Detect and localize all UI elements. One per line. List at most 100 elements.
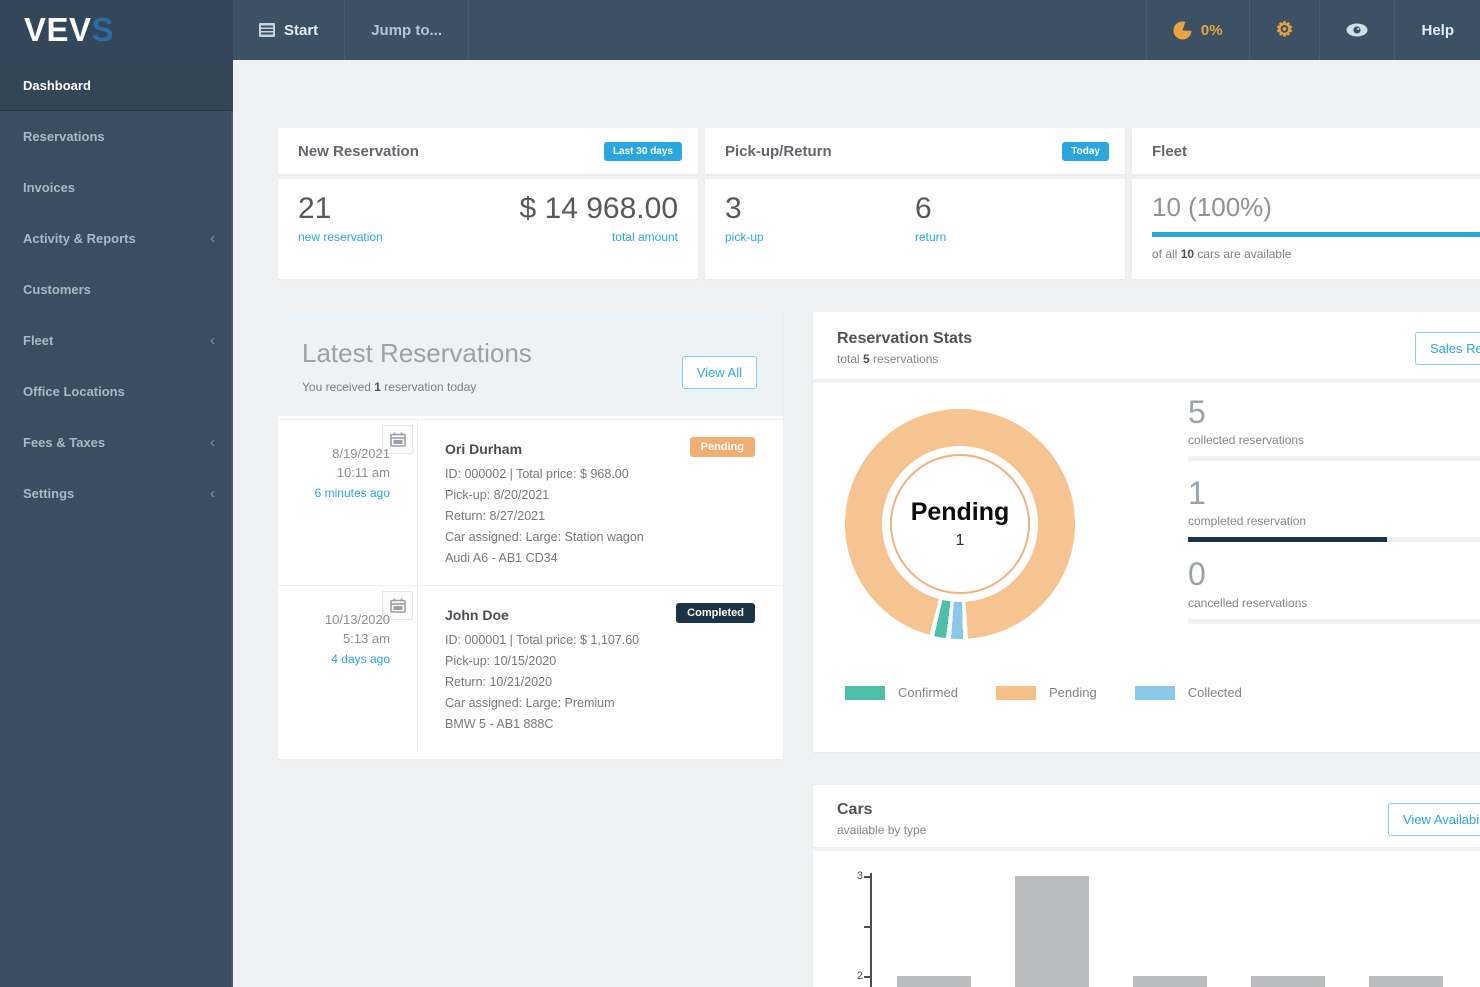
reservation-time-ago: 4 days ago [331, 652, 390, 666]
sidebar-item-invoices[interactable]: Invoices [0, 162, 233, 213]
pickup-return-card: Pick-up/Return Today 3 pick-up 6 return [705, 128, 1125, 279]
sidebar-item-settings[interactable]: Settings ‹ [0, 468, 233, 519]
reservation-time-ago: 6 minutes ago [314, 486, 390, 500]
sidebar-item-label: Activity & Reports [23, 231, 136, 246]
reservation-date: 8/19/2021 [332, 446, 390, 461]
usage-percent: 0% [1200, 21, 1223, 39]
start-label: Start [284, 21, 319, 39]
y-axis-tick [864, 876, 870, 878]
view-all-button[interactable]: View All [681, 356, 757, 389]
logo[interactable]: VEVS [0, 0, 233, 60]
sidebar-item-office-locations[interactable]: Office Locations [0, 366, 233, 417]
legend-swatch [995, 685, 1036, 700]
help-button[interactable]: Help [1394, 0, 1480, 60]
sales-report-button[interactable]: Sales Report [1415, 332, 1480, 365]
sidebar-item-reservations[interactable]: Reservations [0, 111, 233, 162]
stat-value: 5 [1188, 394, 1206, 430]
period-badge: Last 30 days [603, 141, 682, 161]
y-axis-tick [864, 926, 870, 928]
status-badge: Completed [676, 603, 755, 623]
stat-progress-track [1188, 618, 1480, 624]
reservation-list-item[interactable]: 8/19/2021 10:11 am 6 minutes ago Ori Dur… [278, 419, 783, 585]
legend-swatch [845, 685, 885, 700]
start-button[interactable]: Start [233, 0, 346, 60]
cars-subtitle: available by type [837, 823, 927, 837]
reservation-detail-line: Return: 10/21/2020 [445, 675, 553, 689]
reservations-donut-chart[interactable]: Pending 1 [845, 409, 1075, 639]
chevron-left-icon: ‹ [210, 332, 215, 349]
chart-legend: Confirmed Pending Collected [845, 685, 1242, 700]
new-reservation-count-block: 21 new reservation [298, 192, 384, 266]
period-badge: Today [1062, 141, 1109, 161]
reservation-list-item[interactable]: 10/13/2020 5:13 am 4 days ago John Doe I… [278, 585, 783, 751]
return-block: 6 return [915, 192, 1105, 266]
cars-panel: Cars available by type View Availability… [813, 785, 1480, 987]
sidebar-item-customers[interactable]: Customers [0, 264, 233, 315]
total-amount: $ 14 968.00 [519, 192, 678, 225]
preview-site-button[interactable] [1319, 0, 1394, 60]
cars-title: Cars [837, 801, 873, 818]
new-reservation-card: New Reservation Last 30 days 21 new rese… [278, 128, 698, 279]
reservations-list: 8/19/2021 10:11 am 6 minutes ago Ori Dur… [278, 416, 783, 759]
reservation-date: 10/13/2020 [324, 612, 390, 627]
sidebar-item-activity-reports[interactable]: Activity & Reports ‹ [0, 213, 233, 264]
bar [897, 976, 971, 987]
pickup-return-card-header: Pick-up/Return Today [705, 128, 1125, 174]
donut-center-label: Pending [910, 498, 1010, 526]
new-reservation-count-label: new reservation [298, 230, 383, 244]
stat-row-collected-reservations: 5 collected reservations [1188, 394, 1480, 462]
reservation-detail-lines: ID: 000001 | Total price: $ 1,107.60 Pick… [445, 630, 759, 735]
help-label: Help [1421, 21, 1454, 39]
donut-center-value: 1 [955, 532, 965, 549]
sidebar-item-label: Invoices [23, 180, 76, 195]
card-title: Fleet [1152, 142, 1188, 160]
new-reservation-card-header: New Reservation Last 30 days [278, 128, 698, 174]
reservation-detail-line: Pick-up: 10/15/2020 [445, 654, 557, 668]
return-count: 6 [915, 192, 932, 225]
reservation-timestamp: 10/13/2020 5:13 am 4 days ago [278, 610, 390, 669]
sidebar-item-label: Customers [23, 282, 91, 297]
sidebar-item-label: Office Locations [23, 384, 125, 399]
sidebar-item-label: Settings [23, 486, 75, 501]
reservation-timestamp: 8/19/2021 10:11 am 6 minutes ago [278, 444, 390, 503]
latest-reservations-panel: Latest Reservations You received 1 reser… [278, 312, 783, 759]
return-label: return [915, 230, 947, 244]
sidebar-item-fees-taxes[interactable]: Fees & Taxes ‹ [0, 417, 233, 468]
fleet-caption: of all 10 cars are available [1152, 247, 1292, 261]
view-availability-button[interactable]: View Availability [1388, 803, 1480, 836]
sidebar-item-fleet[interactable]: Fleet ‹ [0, 315, 233, 366]
total-amount-block: $ 14 968.00 total amount [520, 192, 678, 266]
reservation-time: 5:13 am [343, 631, 390, 646]
chevron-left-icon: ‹ [210, 485, 215, 502]
logo-text: VEVS [24, 11, 115, 48]
stat-progress-track [1188, 537, 1480, 543]
reservation-stats-subtitle: total 5 reservations [837, 352, 939, 366]
legend-label: Pending [1048, 685, 1097, 700]
reservation-detail-line: Return: 8/27/2021 [445, 509, 546, 523]
sidebar-item-label: Fleet [23, 333, 54, 348]
fleet-progress-bar [1152, 232, 1480, 237]
bar [1369, 976, 1443, 987]
settings-menu-button[interactable]: ⚙ [1248, 0, 1320, 60]
sidebar-item-label: Fees & Taxes [23, 435, 106, 450]
legend-item-pending: Pending [995, 685, 1097, 700]
reservation-stat-rows: 5 collected reservations 1 completed reserv… [1188, 394, 1480, 639]
reservation-detail-line: ID: 000002 | Total price: $ 968.00 [445, 467, 629, 481]
y-axis-tick-label: 3 [856, 870, 863, 882]
new-reservation-card-body: 21 new reservation $ 14 968.00 total amo… [278, 179, 698, 279]
chevron-left-icon: ‹ [210, 434, 215, 451]
sidebar-item-label: Dashboard [23, 78, 91, 93]
jump-to-dropdown[interactable]: Jump to... [345, 0, 470, 60]
fleet-card-header: Fleet Today [1132, 128, 1480, 174]
status-badge: Pending [689, 437, 755, 457]
fleet-availability-value: 10 (100%) [1152, 192, 1272, 222]
stat-value: 0 [1188, 556, 1206, 593]
cars-panel-header: Cars available by type View Availability [813, 785, 1480, 851]
pie-chart-icon [1173, 20, 1192, 39]
donut-center: Pending 1 [845, 409, 1075, 639]
sidebar-item-dashboard[interactable]: Dashboard [0, 60, 233, 111]
stat-label: collected reservations [1188, 433, 1305, 448]
gear-icon: ⚙ [1275, 19, 1294, 41]
usage-indicator[interactable]: 0% [1145, 0, 1249, 60]
stat-row-cancelled-reservations: 0 cancelled reservations [1188, 556, 1480, 624]
